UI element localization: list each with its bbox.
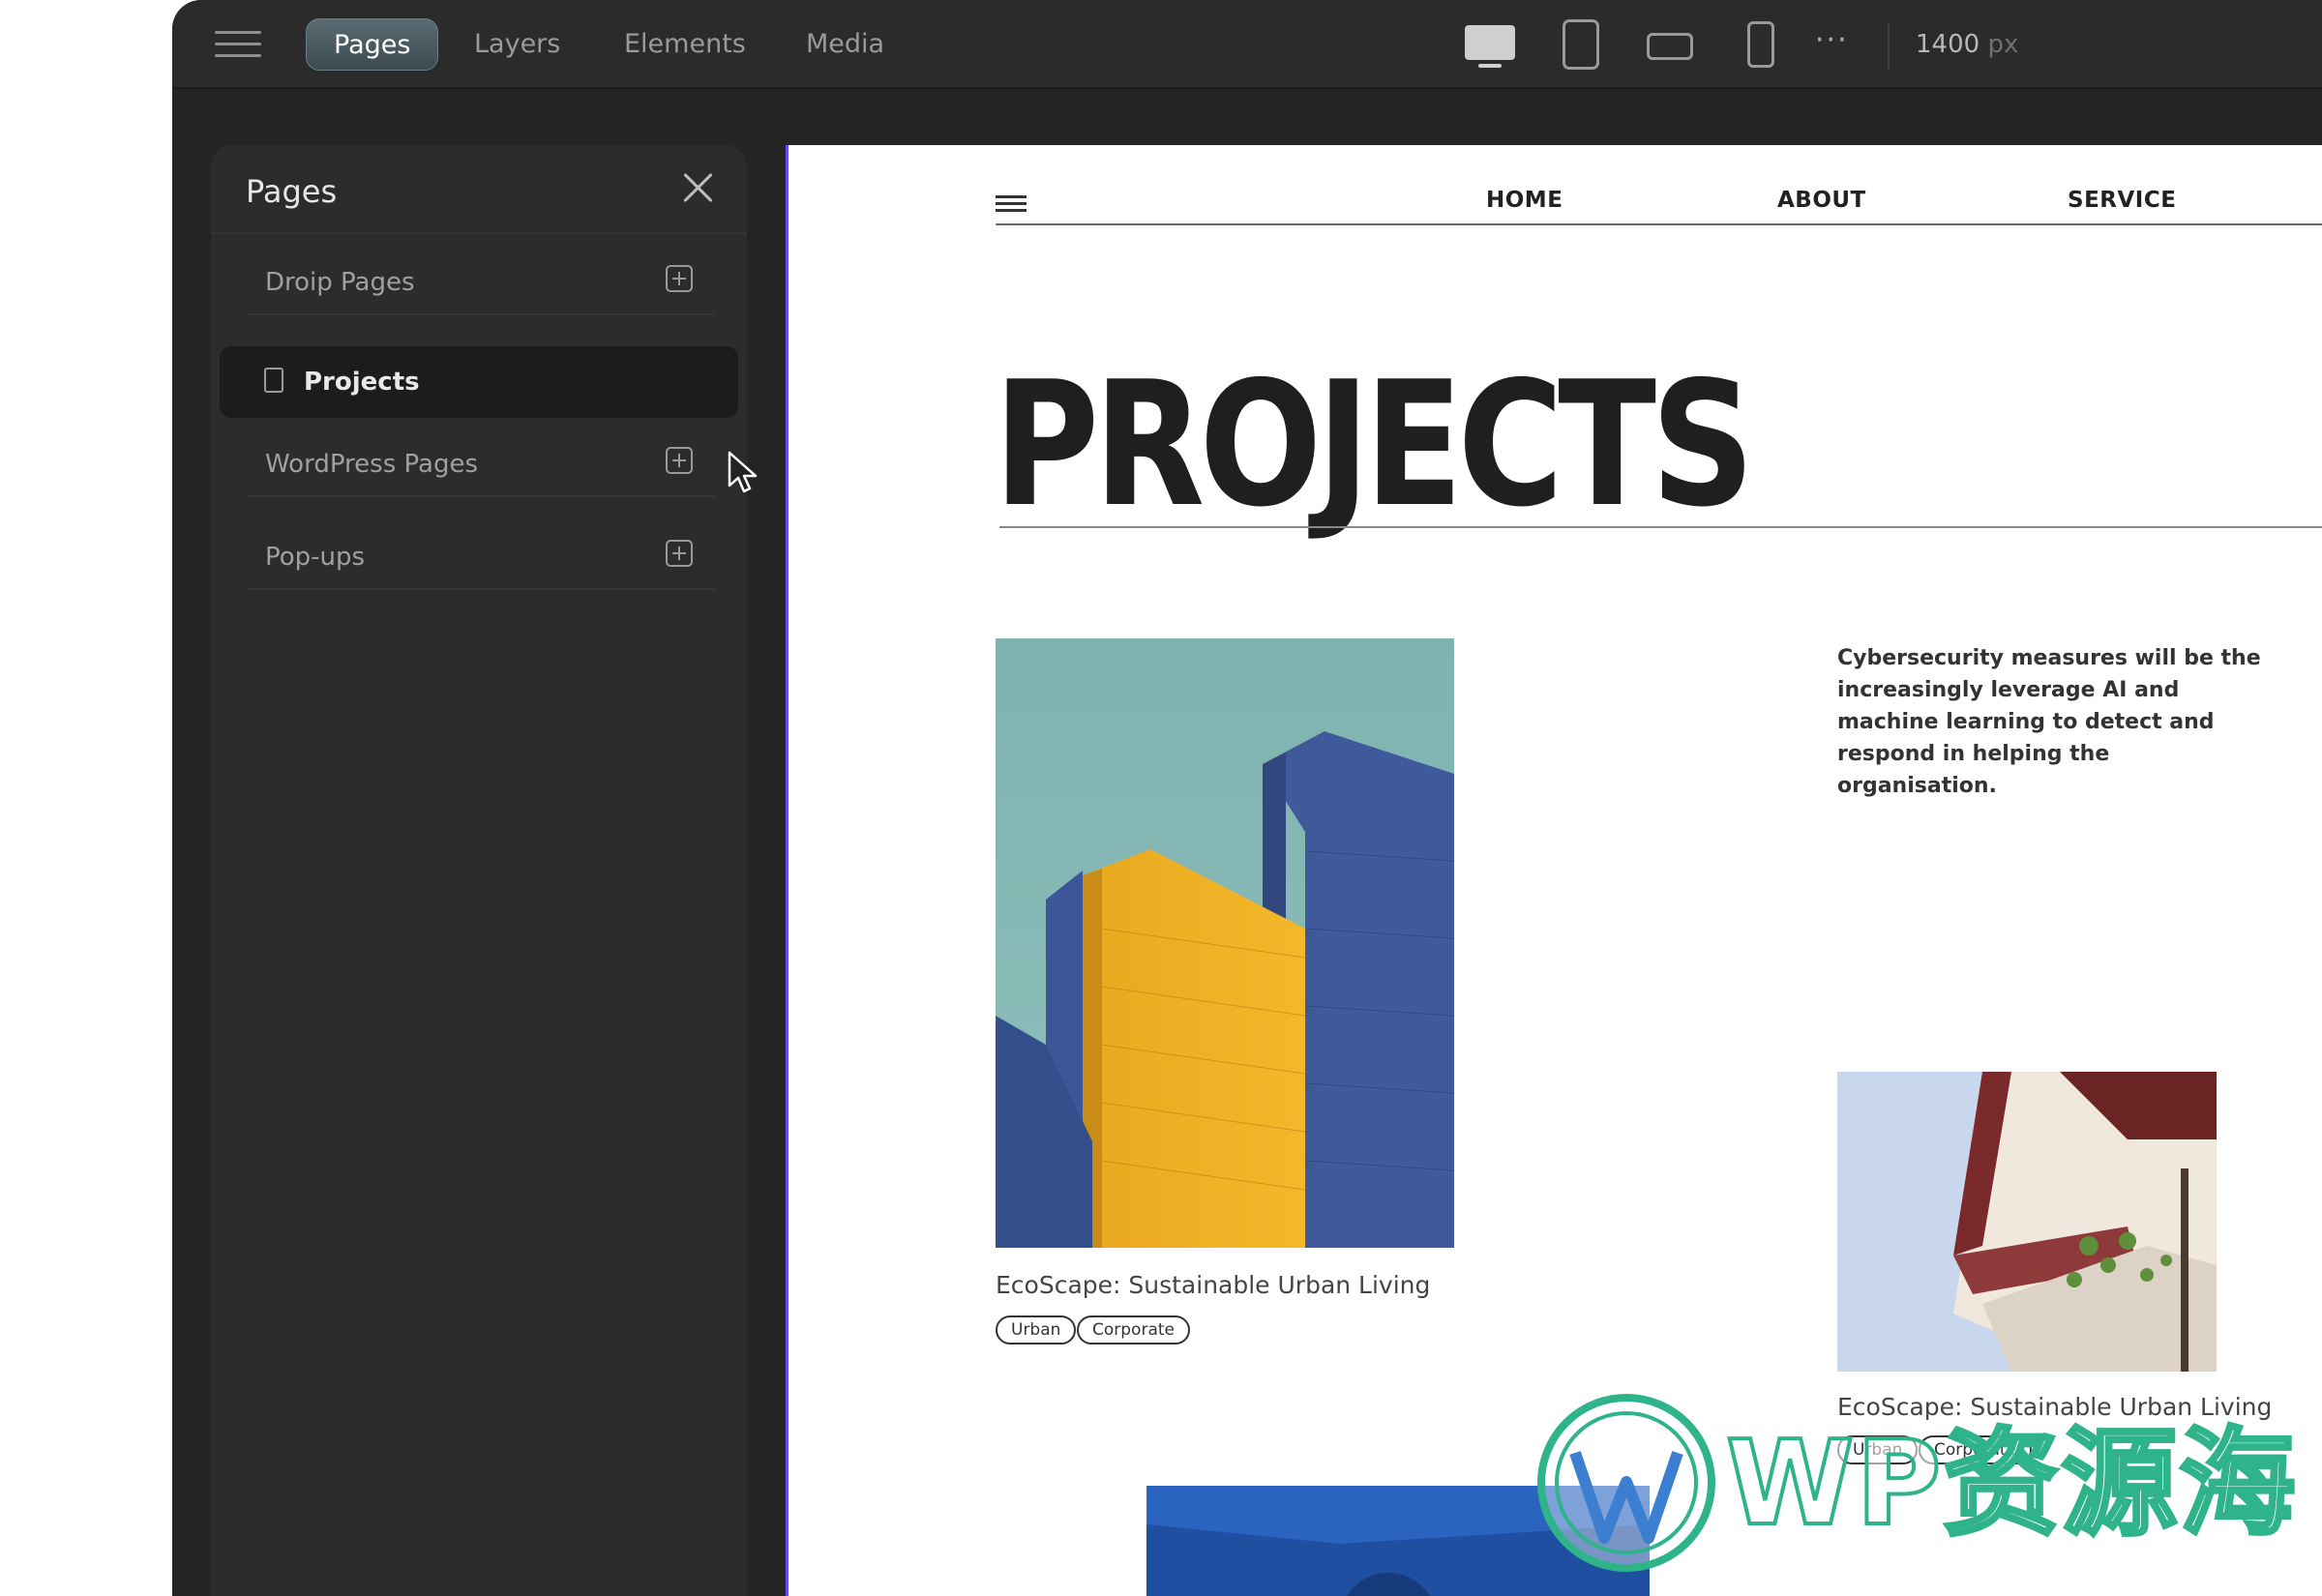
project-tag[interactable]: Urban <box>996 1315 1077 1345</box>
pages-group-popups[interactable]: Pop-ups <box>248 526 714 590</box>
pages-panel-title: Pages <box>246 173 338 210</box>
project-image-balconies[interactable] <box>1837 1072 2217 1372</box>
close-icon[interactable] <box>679 168 718 207</box>
tablet-device-icon[interactable] <box>1563 19 1599 70</box>
pages-group-label: Pop-ups <box>265 543 366 572</box>
desktop-device-icon[interactable] <box>1465 25 1515 68</box>
canvas-width-value: 1400 <box>1916 30 1980 59</box>
project-image-buildings[interactable] <box>996 638 1454 1248</box>
nav-about[interactable]: ABOUT <box>1777 188 1866 213</box>
builder-app: Pages Layers Elements Media ··· 1400 px … <box>172 0 2322 1596</box>
nav-home[interactable]: HOME <box>1486 188 1563 213</box>
mouse-pointer-icon <box>728 451 758 493</box>
pages-group-label: WordPress Pages <box>265 450 479 479</box>
project-card-title[interactable]: EcoScape: Sustainable Urban Living <box>996 1269 1430 1302</box>
hero-divider <box>999 526 2322 528</box>
canvas-width-unit: px <box>1987 30 2019 59</box>
page-item-projects[interactable]: Projects <box>220 346 738 418</box>
site-menu-icon[interactable] <box>996 195 1027 216</box>
project-tag[interactable]: Corporate <box>1077 1315 1190 1345</box>
tab-layers[interactable]: Layers <box>474 18 560 71</box>
phone-device-icon[interactable] <box>1747 21 1774 68</box>
hero-title[interactable]: PROJECTS <box>994 348 1755 542</box>
add-page-icon[interactable] <box>666 265 693 292</box>
nav-service[interactable]: SERVICE <box>2068 188 2176 213</box>
wordpress-logo-icon <box>1537 1394 1715 1572</box>
canvas-width-readout[interactable]: 1400 px <box>1916 25 2018 64</box>
pages-group-label: Droip Pages <box>265 268 415 297</box>
page-item-label: Projects <box>304 368 420 397</box>
tab-media[interactable]: Media <box>806 18 884 71</box>
toolbar-divider <box>1888 21 1890 70</box>
pages-panel: Pages Droip Pages Projects WordPress Pag… <box>211 145 747 1596</box>
pages-panel-header: Pages <box>211 145 747 234</box>
tab-elements[interactable]: Elements <box>624 18 746 71</box>
more-devices-icon[interactable]: ··· <box>1815 21 1849 60</box>
add-page-icon[interactable] <box>666 447 693 474</box>
watermark-text: WP资源海 <box>1724 1415 2298 1553</box>
pages-group-droip[interactable]: Droip Pages <box>248 251 714 315</box>
menu-icon[interactable] <box>215 31 261 60</box>
design-canvas[interactable]: HOME ABOUT SERVICE PROJECTS Cybersecurit… <box>786 145 2322 1596</box>
tab-pages[interactable]: Pages <box>306 18 439 71</box>
nav-divider <box>996 223 2322 225</box>
watermark: WP资源海 <box>1536 1393 2310 1577</box>
add-page-icon[interactable] <box>666 540 693 567</box>
tablet-landscape-device-icon[interactable] <box>1647 33 1693 60</box>
page-icon <box>264 368 283 393</box>
pages-group-wordpress[interactable]: WordPress Pages <box>248 433 714 497</box>
top-toolbar: Pages Layers Elements Media ··· 1400 px <box>172 0 2322 89</box>
intro-description[interactable]: Cybersecurity measures will be the incre… <box>1837 642 2263 802</box>
